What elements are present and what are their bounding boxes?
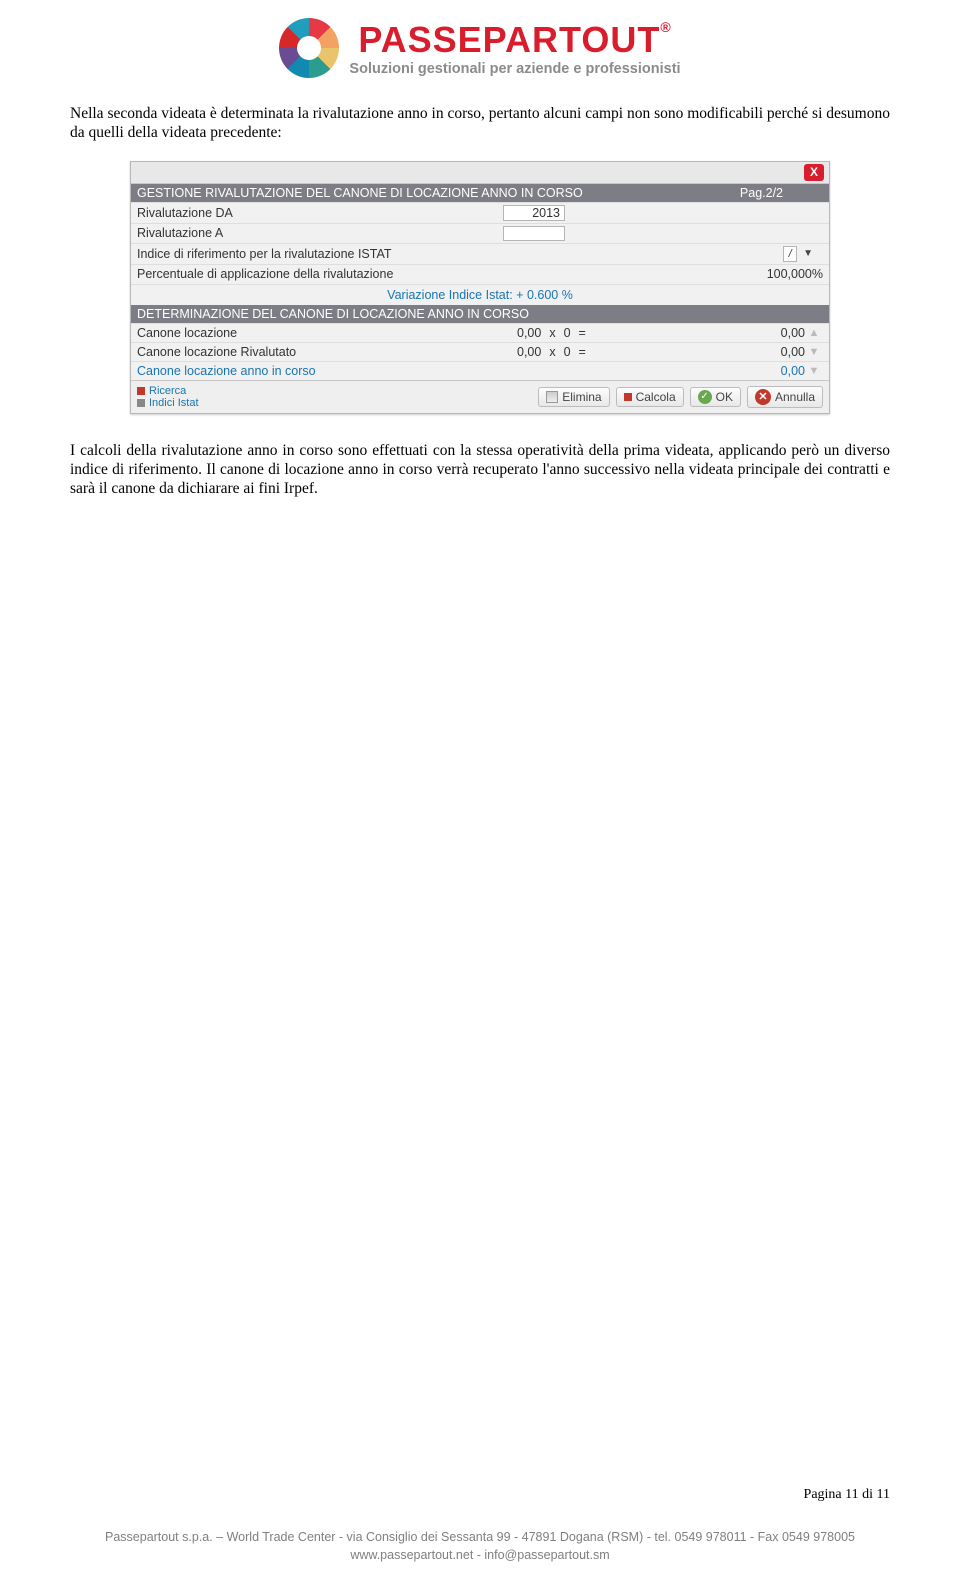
titlebar: X	[131, 162, 829, 184]
value-riv-a[interactable]	[503, 226, 565, 241]
row-rivalutazione-da: Rivalutazione DA 2013	[131, 202, 829, 223]
section-1-title: GESTIONE RIVALUTAZIONE DEL CANONE DI LOC…	[137, 186, 583, 200]
link-indici-istat[interactable]: Indici Istat	[137, 397, 199, 409]
value-riv-da[interactable]: 2013	[503, 205, 565, 221]
row-canone-anno-corso: Canone locazione anno in corso 0,00 ▼	[131, 361, 829, 380]
chevron-down-icon[interactable]: ▼	[803, 248, 813, 259]
footer-line-2: www.passepartout.net - info@passepartout…	[0, 1547, 960, 1565]
square-icon-red	[137, 387, 145, 395]
value-percent: 100,000%	[767, 267, 823, 281]
scroll-up-icon[interactable]: ▲	[805, 327, 823, 339]
brand-name-text: PASSEPARTOUT	[358, 19, 660, 60]
page-number: Pagina 11 di 11	[804, 1487, 890, 1503]
brand-subtitle: Soluzioni gestionali per aziende e profe…	[349, 61, 680, 77]
section-1-header: GESTIONE RIVALUTAZIONE DEL CANONE DI LOC…	[131, 184, 829, 202]
loc-result: 0,00	[735, 326, 805, 340]
riv-op1: x	[549, 345, 555, 359]
ok-label: OK	[716, 390, 733, 404]
row-rivalutazione-a: Rivalutazione A	[131, 223, 829, 243]
loc-op2: =	[579, 326, 586, 340]
close-button[interactable]: X	[804, 164, 824, 181]
annulla-button[interactable]: ✕ Annulla	[747, 386, 823, 408]
logo-icon	[279, 18, 339, 78]
loc-op1: x	[549, 326, 555, 340]
riv-v1: 0,00	[517, 345, 541, 359]
app-screenshot: X GESTIONE RIVALUTAZIONE DEL CANONE DI L…	[130, 161, 830, 414]
brand-reg: ®	[660, 19, 671, 35]
scroll-down-icon[interactable]: ▼	[805, 346, 823, 358]
calcola-button[interactable]: Calcola	[616, 387, 684, 407]
label-canone-corso[interactable]: Canone locazione anno in corso	[137, 364, 477, 378]
ricerca-label: Ricerca	[149, 385, 186, 397]
check-icon: ✓	[698, 390, 712, 404]
row-canone-rivalutato: Canone locazione Rivalutato 0,00 x 0 = 0…	[131, 342, 829, 361]
elimina-button[interactable]: Elimina	[538, 387, 609, 407]
ok-button[interactable]: ✓ OK	[690, 387, 741, 407]
section-2-title: DETERMINAZIONE DEL CANONE DI LOCAZIONE A…	[137, 307, 529, 321]
trash-icon	[546, 391, 558, 403]
date-field[interactable]: /	[783, 246, 797, 262]
label-percent: Percentuale di applicazione della rivalu…	[137, 267, 557, 281]
label-riv-a: Rivalutazione A	[137, 226, 497, 240]
annulla-label: Annulla	[775, 390, 815, 404]
riv-v2: 0	[564, 345, 571, 359]
loc-v1: 0,00	[517, 326, 541, 340]
bottom-bar: Ricerca Indici Istat Elimina Calcola ✓	[131, 380, 829, 413]
indici-label: Indici Istat	[149, 397, 199, 409]
row-percentuale: Percentuale di applicazione della rivalu…	[131, 264, 829, 284]
page-header: PASSEPARTOUT® Soluzioni gestionali per a…	[0, 0, 960, 83]
label-canone-riv: Canone locazione Rivalutato	[137, 345, 477, 359]
row-indice-istat: Indice di riferimento per la rivalutazio…	[131, 243, 829, 264]
footer-line-1: Passepartout s.p.a. – World Trade Center…	[0, 1529, 960, 1547]
red-dot-icon	[624, 393, 632, 401]
row-variazione-istat: Variazione Indice Istat: + 0.600 %	[131, 284, 829, 305]
loc-v2: 0	[564, 326, 571, 340]
riv-result: 0,00	[735, 345, 805, 359]
calcola-label: Calcola	[636, 390, 676, 404]
label-canone-loc: Canone locazione	[137, 326, 477, 340]
link-ricerca[interactable]: Ricerca	[137, 385, 199, 397]
page-footer: Passepartout s.p.a. – World Trade Center…	[0, 1529, 960, 1564]
section-2-header: DETERMINAZIONE DEL CANONE DI LOCAZIONE A…	[131, 305, 829, 323]
x-icon: ✕	[755, 389, 771, 405]
bottom-left-links: Ricerca Indici Istat	[137, 385, 199, 409]
scroll-down2-icon[interactable]: ▼	[805, 365, 823, 377]
square-icon-grey	[137, 399, 145, 407]
paragraph-1: Nella seconda videata è determinata la r…	[0, 83, 960, 143]
elimina-label: Elimina	[562, 390, 601, 404]
label-riv-da: Rivalutazione DA	[137, 206, 497, 220]
riv-op2: =	[579, 345, 586, 359]
paragraph-2: I calcoli della rivalutazione anno in co…	[0, 438, 960, 499]
corso-result: 0,00	[735, 364, 805, 378]
brand-name: PASSEPARTOUT®	[349, 19, 680, 61]
section-1-page: Pag.2/2	[740, 186, 823, 200]
label-indice: Indice di riferimento per la rivalutazio…	[137, 247, 557, 261]
row-canone-locazione: Canone locazione 0,00 x 0 = 0,00 ▲	[131, 323, 829, 342]
